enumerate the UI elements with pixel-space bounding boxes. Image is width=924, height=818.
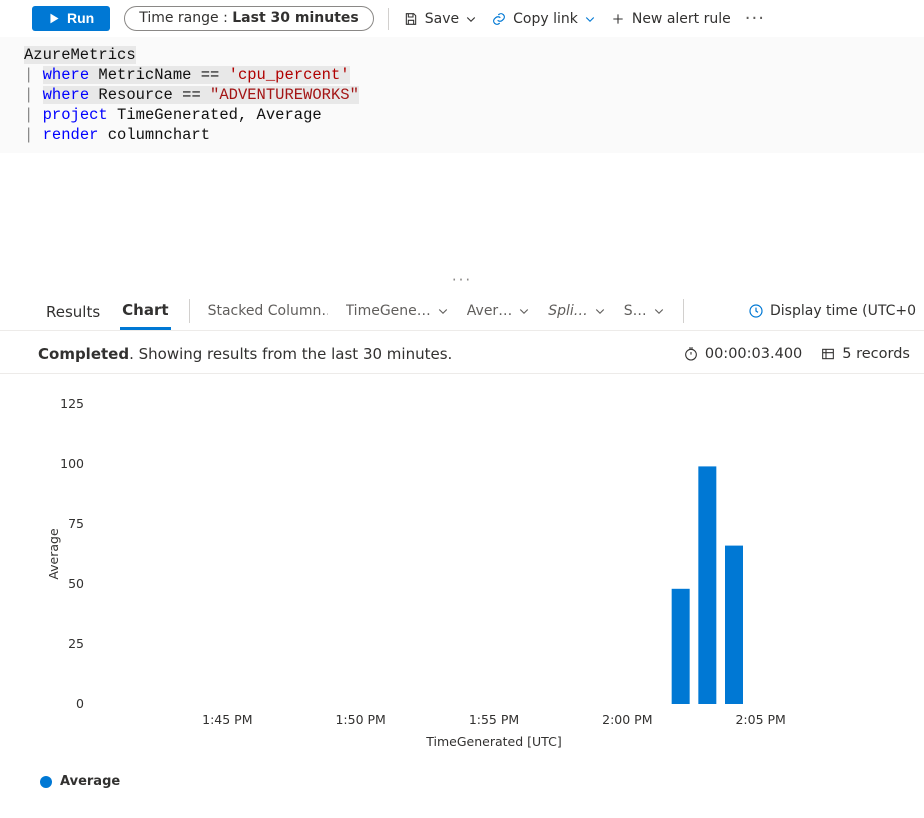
status-text: Completed. Showing results from the last… <box>38 345 452 363</box>
save-icon <box>403 11 419 27</box>
splitter-handle[interactable]: ··· <box>0 263 924 291</box>
tab-results[interactable]: Results <box>44 293 102 329</box>
svg-text:TimeGenerated [UTC]: TimeGenerated [UTC] <box>425 734 561 749</box>
svg-text:1:55 PM: 1:55 PM <box>469 712 519 727</box>
chart-split-selector[interactable]: Spli… <box>548 303 606 319</box>
svg-text:1:45 PM: 1:45 PM <box>202 712 252 727</box>
run-button[interactable]: Run <box>32 6 110 31</box>
chevron-down-icon <box>584 11 596 27</box>
chevron-down-icon <box>518 305 530 317</box>
save-button[interactable]: Save <box>403 11 477 27</box>
chart-area: 0 25 50 75 100 125 Average 1:45 PM 1:50 PM 1:55 P… <box>0 374 924 768</box>
query-editor[interactable]: AzureMetrics| where MetricName == 'cpu_p… <box>0 37 924 153</box>
copy-link-button[interactable]: Copy link <box>491 11 596 27</box>
chart-yaxis-selector[interactable]: Aver… <box>467 303 530 319</box>
svg-text:Average: Average <box>46 528 61 580</box>
records-icon <box>820 346 836 362</box>
svg-text:2:05 PM: 2:05 PM <box>735 712 785 727</box>
chevron-down-icon <box>465 11 477 27</box>
legend-label: Average <box>60 774 120 789</box>
svg-text:2:00 PM: 2:00 PM <box>602 712 652 727</box>
time-range-prefix: Time range : <box>139 10 232 26</box>
svg-text:50: 50 <box>68 576 84 591</box>
svg-text:25: 25 <box>68 636 84 651</box>
chart-type-selector[interactable]: Stacked Column… <box>208 303 328 319</box>
time-range-value: Last 30 minutes <box>232 10 358 26</box>
status-bar: Completed. Showing results from the last… <box>0 331 924 374</box>
more-button[interactable]: ··· <box>745 8 765 29</box>
svg-text:0: 0 <box>76 696 84 711</box>
tab-chart[interactable]: Chart <box>120 291 170 330</box>
chevron-down-icon <box>653 305 665 317</box>
svg-text:1:50 PM: 1:50 PM <box>335 712 385 727</box>
column-chart: 0 25 50 75 100 125 Average 1:45 PM 1:50 PM 1:55 P… <box>44 394 904 754</box>
chart-legend: Average <box>0 768 924 799</box>
toolbar: Run Time range : Last 30 minutes Save Co… <box>0 0 924 37</box>
status-duration: 00:00:03.400 <box>683 346 802 362</box>
chart-xaxis-selector[interactable]: TimeGene… <box>346 303 449 319</box>
status-records: 5 records <box>820 346 910 362</box>
plus-icon <box>610 11 626 27</box>
tabs-separator <box>189 299 190 323</box>
chart-opts-separator <box>683 299 684 323</box>
toolbar-separator <box>388 8 389 30</box>
new-alert-rule-button[interactable]: New alert rule <box>610 11 731 27</box>
link-icon <box>491 11 507 27</box>
stopwatch-icon <box>683 346 699 362</box>
clock-icon <box>748 303 764 319</box>
time-range-selector[interactable]: Time range : Last 30 minutes <box>124 6 374 31</box>
run-label: Run <box>67 10 94 26</box>
play-icon <box>48 12 61 25</box>
display-time-selector[interactable]: Display time (UTC+0 <box>748 303 916 319</box>
chevron-down-icon <box>437 305 449 317</box>
chevron-down-icon <box>594 305 606 317</box>
chart-agg-selector[interactable]: S… <box>624 303 665 319</box>
legend-swatch <box>40 776 52 788</box>
svg-text:100: 100 <box>60 456 84 471</box>
svg-text:75: 75 <box>68 516 84 531</box>
svg-text:125: 125 <box>60 396 84 411</box>
results-header: Results Chart Stacked Column… TimeGene… … <box>0 291 924 331</box>
